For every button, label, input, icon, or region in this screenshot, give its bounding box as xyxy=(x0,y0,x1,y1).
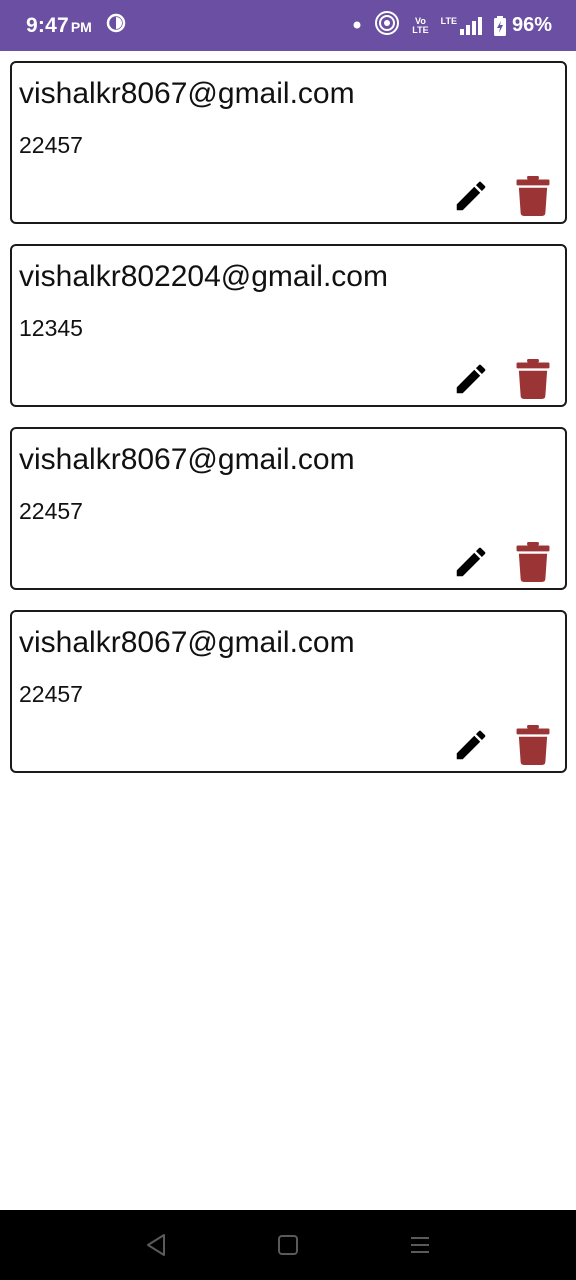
credential-card: vishalkr802204@gmail.com 12345 xyxy=(10,244,567,407)
battery-icon: 96% xyxy=(493,14,552,37)
status-bar-right: Vo LTE LTE 96% xyxy=(352,10,552,41)
status-bar-left: 9:47 PM xyxy=(26,13,126,38)
card-email: vishalkr8067@gmail.com xyxy=(19,77,355,110)
edit-button[interactable] xyxy=(451,359,491,399)
card-actions xyxy=(451,176,553,216)
dot-icon xyxy=(352,17,362,35)
credential-list: vishalkr8067@gmail.com 22457 vishalkr802… xyxy=(10,61,567,793)
delete-button[interactable] xyxy=(513,176,553,216)
home-square-icon xyxy=(278,1235,298,1255)
battery-percent: 96% xyxy=(511,14,552,36)
edit-button[interactable] xyxy=(451,725,491,765)
trash-icon xyxy=(516,725,550,765)
card-actions xyxy=(451,359,553,399)
clock: 9:47 PM xyxy=(26,14,92,38)
volte-bottom: LTE xyxy=(412,24,429,35)
back-triangle-icon xyxy=(147,1234,165,1256)
clock-time: 9:47 xyxy=(26,13,69,37)
status-bar: 9:47 PM Vo LTE LTE 96% xyxy=(0,0,576,51)
delete-button[interactable] xyxy=(513,725,553,765)
trash-icon xyxy=(516,359,550,399)
card-email: vishalkr802204@gmail.com xyxy=(19,260,388,293)
credential-card: vishalkr8067@gmail.com 22457 xyxy=(10,427,567,590)
trash-icon xyxy=(516,176,550,216)
volte-icon: Vo LTE xyxy=(412,16,429,35)
hotspot-icon xyxy=(374,10,400,41)
back-button[interactable] xyxy=(136,1225,176,1265)
signal-icon: LTE xyxy=(440,15,482,35)
delete-button[interactable] xyxy=(513,542,553,582)
card-actions xyxy=(451,542,553,582)
home-button[interactable] xyxy=(268,1225,308,1265)
card-email: vishalkr8067@gmail.com xyxy=(19,626,355,659)
trash-icon xyxy=(516,542,550,582)
app-notification-icon xyxy=(106,13,126,38)
pencil-icon xyxy=(456,181,486,211)
edit-button[interactable] xyxy=(451,542,491,582)
credential-card: vishalkr8067@gmail.com 22457 xyxy=(10,61,567,224)
card-email: vishalkr8067@gmail.com xyxy=(19,443,355,476)
card-code: 22457 xyxy=(19,681,83,707)
card-actions xyxy=(451,725,553,765)
card-code: 12345 xyxy=(19,315,83,341)
pencil-icon xyxy=(456,730,486,760)
menu-lines-icon xyxy=(411,1237,429,1253)
navigation-bar xyxy=(0,1210,576,1280)
credential-card: vishalkr8067@gmail.com 22457 xyxy=(10,610,567,773)
pencil-icon xyxy=(456,547,486,577)
card-code: 22457 xyxy=(19,498,83,524)
clock-ampm: PM xyxy=(70,18,92,35)
delete-button[interactable] xyxy=(513,359,553,399)
recents-button[interactable] xyxy=(400,1225,440,1265)
card-code: 22457 xyxy=(19,132,83,158)
lte-label: LTE xyxy=(440,15,457,26)
pencil-icon xyxy=(456,364,486,394)
edit-button[interactable] xyxy=(451,176,491,216)
